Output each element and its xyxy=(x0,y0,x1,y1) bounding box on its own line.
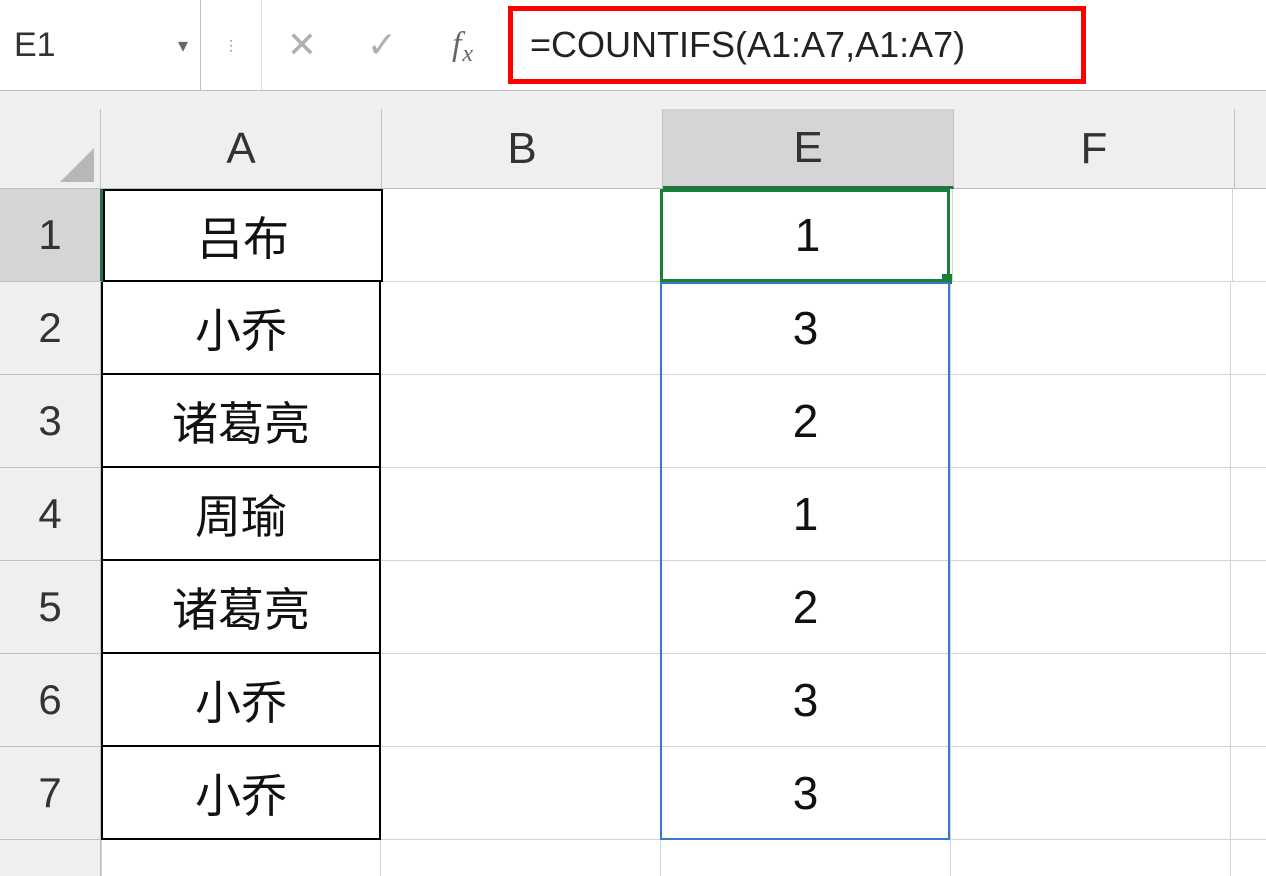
x-icon: ✕ xyxy=(287,24,317,66)
cell-E8[interactable] xyxy=(661,840,951,876)
formula-input[interactable]: =COUNTIFS(A1:A7,A1:A7) xyxy=(502,24,1266,66)
cell-B7[interactable] xyxy=(381,747,661,840)
cell-E5[interactable]: 2 xyxy=(661,561,951,654)
column-header-E[interactable]: E xyxy=(663,109,954,189)
cell-E1[interactable]: 1 xyxy=(663,189,953,282)
name-box-dropdown-icon[interactable]: ▾ xyxy=(166,33,200,58)
cell-B6[interactable] xyxy=(381,654,661,747)
formula-input-wrap: =COUNTIFS(A1:A7,A1:A7) xyxy=(502,0,1266,90)
cell-A2[interactable]: 小乔 xyxy=(101,282,381,375)
row-header-2[interactable]: 2 xyxy=(0,282,101,375)
cell-A4[interactable]: 周瑜 xyxy=(101,468,381,561)
fx-icon: fx xyxy=(452,26,472,64)
cell-F1[interactable] xyxy=(953,189,1233,282)
cell-A5[interactable]: 诸葛亮 xyxy=(101,561,381,654)
cell-B1[interactable] xyxy=(383,189,663,282)
row-header-8[interactable] xyxy=(0,840,101,876)
row-header-5[interactable]: 5 xyxy=(0,561,101,654)
cell-blank[interactable] xyxy=(1231,375,1266,468)
name-box[interactable]: E1 ▾ xyxy=(0,0,201,90)
name-box-value: E1 xyxy=(0,26,166,65)
formula-bar-buttons: ✕ ✓ fx xyxy=(262,0,502,90)
cell-blank[interactable] xyxy=(1233,189,1266,282)
cell-blank[interactable] xyxy=(1231,468,1266,561)
cancel-formula-button[interactable]: ✕ xyxy=(262,24,342,66)
cell-F2[interactable] xyxy=(951,282,1231,375)
cell-B3[interactable] xyxy=(381,375,661,468)
cell-blank[interactable] xyxy=(1231,561,1266,654)
cell-F6[interactable] xyxy=(951,654,1231,747)
cell-F8[interactable] xyxy=(951,840,1231,876)
row-header-1[interactable]: 1 xyxy=(0,189,103,282)
row-header-4[interactable]: 4 xyxy=(0,468,101,561)
cell-blank[interactable] xyxy=(1231,654,1266,747)
cell-A3[interactable]: 诸葛亮 xyxy=(101,375,381,468)
cell-F7[interactable] xyxy=(951,747,1231,840)
cell-blank[interactable] xyxy=(1231,282,1266,375)
cell-A1[interactable]: 吕布 xyxy=(103,189,383,282)
cell-E2[interactable]: 3 xyxy=(661,282,951,375)
cell-A7[interactable]: 小乔 xyxy=(101,747,381,840)
formula-bar: E1 ▾ ⋮ ✕ ✓ fx =COUNTIFS(A1:A7,A1:A7) xyxy=(0,0,1266,91)
column-header-A[interactable]: A xyxy=(101,109,382,189)
cell-blank[interactable] xyxy=(1231,840,1266,876)
table-row: 7 小乔 3 xyxy=(0,747,1266,840)
table-row: 5 诸葛亮 2 xyxy=(0,561,1266,654)
cell-E4[interactable]: 1 xyxy=(661,468,951,561)
cell-F3[interactable] xyxy=(951,375,1231,468)
cell-F5[interactable] xyxy=(951,561,1231,654)
cell-A8[interactable] xyxy=(101,840,381,876)
column-headers: A B E F xyxy=(0,109,1266,189)
cell-B2[interactable] xyxy=(381,282,661,375)
cell-A6[interactable]: 小乔 xyxy=(101,654,381,747)
row-header-7[interactable]: 7 xyxy=(0,747,101,840)
insert-function-button[interactable]: fx xyxy=(422,26,502,64)
check-icon: ✓ xyxy=(367,24,397,66)
column-header-F[interactable]: F xyxy=(954,109,1235,189)
cell-B4[interactable] xyxy=(381,468,661,561)
cell-E7[interactable]: 3 xyxy=(661,747,951,840)
cell-E6[interactable]: 3 xyxy=(661,654,951,747)
column-header-B[interactable]: B xyxy=(382,109,663,189)
table-row: 1 吕布 1 xyxy=(0,189,1266,282)
row-header-3[interactable]: 3 xyxy=(0,375,101,468)
accept-formula-button[interactable]: ✓ xyxy=(342,24,422,66)
formula-bar-grip-icon: ⋮ xyxy=(201,0,262,90)
table-row xyxy=(0,840,1266,876)
table-row: 6 小乔 3 xyxy=(0,654,1266,747)
table-row: 3 诸葛亮 2 xyxy=(0,375,1266,468)
spreadsheet-grid: A B E F 1 吕布 1 2 小乔 3 3 诸葛亮 2 xyxy=(0,109,1266,876)
row-header-6[interactable]: 6 xyxy=(0,654,101,747)
cell-blank[interactable] xyxy=(1231,747,1266,840)
cell-B8[interactable] xyxy=(381,840,661,876)
cell-E3[interactable]: 2 xyxy=(661,375,951,468)
select-all-button[interactable] xyxy=(0,109,101,189)
cell-F4[interactable] xyxy=(951,468,1231,561)
grid-body: 1 吕布 1 2 小乔 3 3 诸葛亮 2 4 周瑜 1 xyxy=(0,189,1266,876)
table-row: 4 周瑜 1 xyxy=(0,468,1266,561)
column-header-blank[interactable] xyxy=(1235,109,1266,189)
table-row: 2 小乔 3 xyxy=(0,282,1266,375)
cell-B5[interactable] xyxy=(381,561,661,654)
